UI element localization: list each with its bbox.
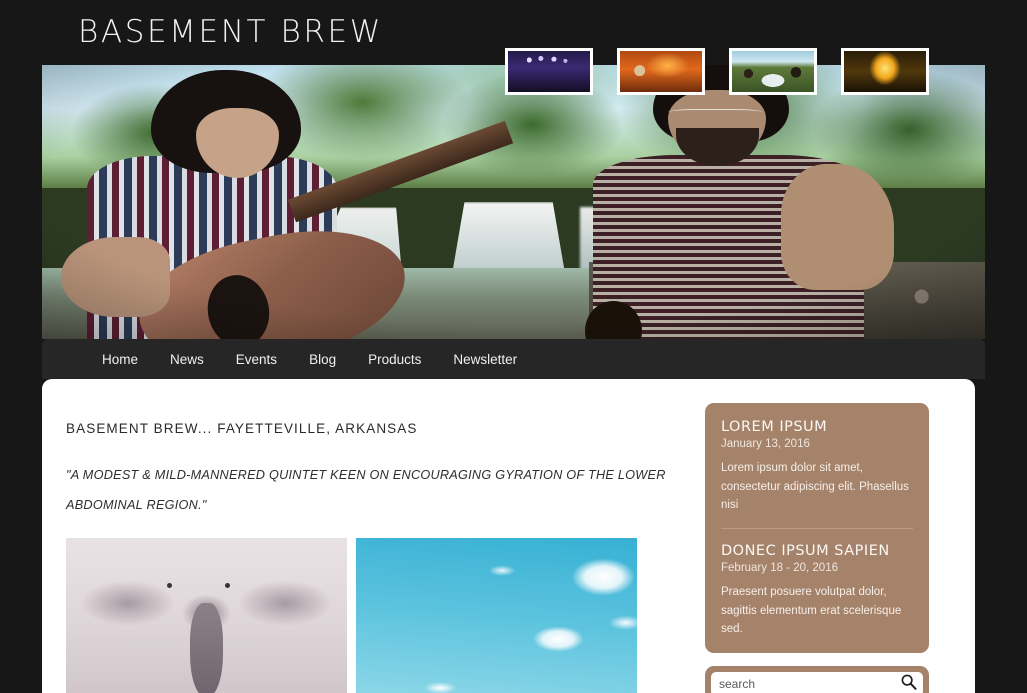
nav-item-events[interactable]: Events <box>236 352 277 367</box>
sidebar-post-body: Praesent posuere volutpat dolor, sagitti… <box>721 585 902 636</box>
hero-banner-image <box>42 65 985 339</box>
sidebar-post-title: LOREM IPSUM <box>721 419 828 435</box>
sidebar-post-title: DONEC IPSUM SAPIEN <box>721 542 890 559</box>
thumbnail-stage-blue-image <box>508 51 590 92</box>
thumbnail-orange-crowd-image <box>620 51 702 92</box>
page-tagline: BASEMENT BREW... FAYETTEVILLE, ARKANSAS <box>66 421 418 436</box>
thumbnail-stage-yellow-image <box>844 51 926 92</box>
search-widget <box>705 665 929 693</box>
sidebar-post[interactable]: DONEC IPSUM SAPIEN February 18 - 20, 201… <box>721 527 913 639</box>
thumbnail-outdoor-creek[interactable] <box>729 48 817 95</box>
sidebar-post-date: February 18 - 20, 2016 <box>721 561 838 574</box>
content-panel: BASEMENT BREW... FAYETTEVILLE, ARKANSAS … <box>42 379 975 693</box>
thumbnail-stage-blue[interactable] <box>505 48 593 95</box>
search-input[interactable] <box>719 676 900 691</box>
image-gallery <box>66 537 700 693</box>
nav-item-newsletter[interactable]: Newsletter <box>453 352 517 367</box>
sidebar-post-date: January 13, 2016 <box>721 438 810 450</box>
sidebar: LOREM IPSUM January 13, 2016 Lorem ipsum… <box>705 403 929 693</box>
hero-vignette <box>42 65 985 339</box>
nav-item-home[interactable]: Home <box>102 352 138 367</box>
nav-item-products[interactable]: Products <box>368 352 421 367</box>
page-root: BASEMENT BREW Home News Events Blog Prod… <box>0 0 1027 693</box>
band-quote: "A MODEST & MILD-MANNERED QUINTET KEEN O… <box>66 468 666 512</box>
gallery-image-elephant-drawing[interactable] <box>66 537 347 693</box>
recent-posts-widget: LOREM IPSUM January 13, 2016 Lorem ipsum… <box>705 403 929 653</box>
thumbnail-orange-crowd[interactable] <box>617 48 705 95</box>
thumbnail-stage-yellow[interactable] <box>841 48 929 95</box>
thumbnail-outdoor-creek-image <box>732 51 814 92</box>
sidebar-post[interactable]: LOREM IPSUM January 13, 2016 Lorem ipsum… <box>721 419 913 515</box>
site-title: BASEMENT BREW <box>78 14 383 50</box>
gallery-image-blue-sky[interactable] <box>356 537 637 693</box>
search-box[interactable] <box>711 671 923 693</box>
sidebar-post-body: Lorem ipsum dolor sit amet, consectetur … <box>721 462 909 512</box>
main-navigation: Home News Events Blog Products Newslette… <box>42 339 985 379</box>
nav-item-news[interactable]: News <box>170 352 204 367</box>
search-icon[interactable] <box>900 673 917 693</box>
main-column: BASEMENT BREW... FAYETTEVILLE, ARKANSAS … <box>66 421 700 693</box>
nav-item-blog[interactable]: Blog <box>309 352 336 367</box>
